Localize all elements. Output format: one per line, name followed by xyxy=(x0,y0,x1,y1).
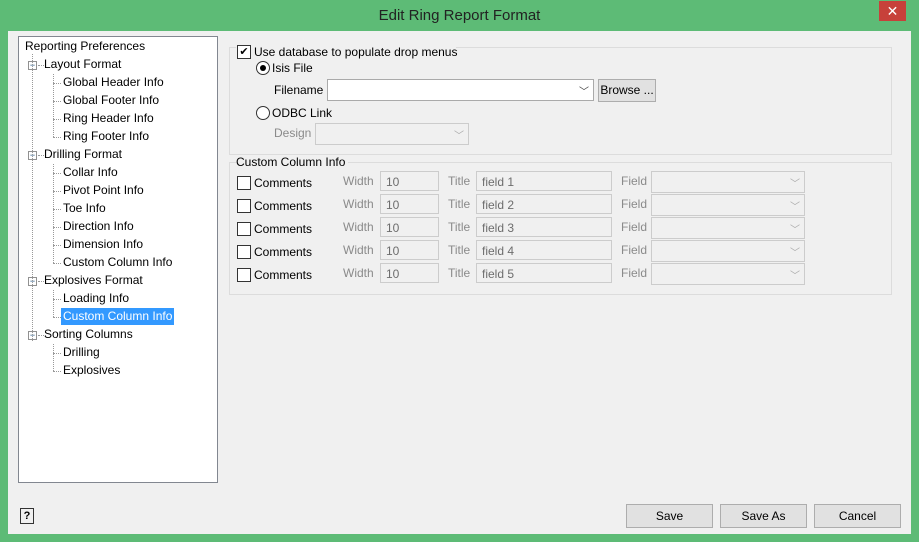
title-input[interactable]: field 5 xyxy=(476,263,612,283)
width-label: Width xyxy=(343,174,374,188)
field-combobox[interactable]: ﹀ xyxy=(651,171,805,193)
comments-checkbox[interactable] xyxy=(237,268,251,282)
comments-label: Comments xyxy=(254,176,313,190)
title-label: Title xyxy=(448,266,471,280)
tree-item[interactable]: Toe Info xyxy=(61,200,108,217)
tree-item[interactable]: Explosives xyxy=(61,362,122,379)
tree-group[interactable]: Layout Format xyxy=(42,56,123,73)
comments-checkbox[interactable] xyxy=(237,245,251,259)
width-input[interactable]: 10 xyxy=(380,240,439,260)
preferences-tree[interactable]: Reporting Preferences − Layout Format Glob… xyxy=(18,36,218,483)
comments-label: Comments xyxy=(254,268,313,282)
chevron-down-icon: ﹀ xyxy=(579,87,589,98)
design-combobox[interactable]: ﹀ xyxy=(315,123,469,145)
tree-group[interactable]: Explosives Format xyxy=(42,272,145,289)
title-input[interactable]: field 1 xyxy=(476,171,612,191)
field-combobox[interactable]: ﹀ xyxy=(651,240,805,262)
comments-label: Comments xyxy=(254,245,313,259)
width-input[interactable]: 10 xyxy=(380,217,439,237)
tree-item[interactable]: Global Header Info xyxy=(61,74,166,91)
window-title: Edit Ring Report Format xyxy=(378,7,541,24)
save-as-button[interactable]: Save As xyxy=(720,504,807,528)
chevron-down-icon: ﹀ xyxy=(790,248,800,259)
comments-checkbox[interactable] xyxy=(237,176,251,190)
use-database-label: Use database to populate drop menus xyxy=(254,45,458,59)
width-input[interactable]: 10 xyxy=(380,194,439,214)
tree-root[interactable]: Reporting Preferences xyxy=(23,38,147,55)
comments-checkbox[interactable] xyxy=(237,199,251,213)
field-label: Field xyxy=(621,220,648,234)
field-combobox[interactable]: ﹀ xyxy=(651,263,805,285)
save-button[interactable]: Save xyxy=(626,504,713,528)
tree-item[interactable]: Direction Info xyxy=(61,218,136,235)
use-database-checkbox[interactable]: ✔ xyxy=(237,45,251,59)
field-label: Field xyxy=(621,243,648,257)
field-label: Field xyxy=(621,197,648,211)
title-input[interactable]: field 3 xyxy=(476,217,612,237)
browse-button[interactable]: Browse ... xyxy=(598,79,656,102)
chevron-down-icon: ﹀ xyxy=(790,225,800,236)
comments-label: Comments xyxy=(254,199,313,213)
isis-file-radio[interactable] xyxy=(256,61,270,75)
odbc-link-radio[interactable] xyxy=(256,106,270,120)
tree-item[interactable]: Global Footer Info xyxy=(61,92,161,109)
tree-item[interactable]: Loading Info xyxy=(61,290,131,307)
tree-item[interactable]: Custom Column Info xyxy=(61,254,174,271)
isis-file-label: Isis File xyxy=(272,61,313,75)
tree-group[interactable]: Sorting Columns xyxy=(42,326,135,343)
odbc-link-label: ODBC Link xyxy=(272,106,333,120)
field-combobox[interactable]: ﹀ xyxy=(651,217,805,239)
tree-item[interactable]: Drilling xyxy=(61,344,102,361)
comments-checkbox[interactable] xyxy=(237,222,251,236)
tree-item[interactable]: Ring Header Info xyxy=(61,110,156,127)
chevron-down-icon: ﹀ xyxy=(790,202,800,213)
title-label: Title xyxy=(448,174,471,188)
filename-combobox[interactable]: ﹀ xyxy=(327,79,594,101)
field-label: Field xyxy=(621,174,648,188)
title-label: Title xyxy=(448,243,471,257)
help-icon[interactable]: ? xyxy=(20,508,34,524)
title-label: Title xyxy=(448,220,471,234)
chevron-down-icon: ﹀ xyxy=(790,271,800,282)
tree-group[interactable]: Drilling Format xyxy=(42,146,124,163)
width-label: Width xyxy=(343,197,374,211)
width-label: Width xyxy=(343,266,374,280)
filename-label: Filename xyxy=(274,83,324,97)
field-label: Field xyxy=(621,266,648,280)
title-input[interactable]: field 2 xyxy=(476,194,612,214)
tree-item[interactable]: Custom Column Info xyxy=(61,308,175,325)
title-input[interactable]: field 4 xyxy=(476,240,612,260)
chevron-down-icon: ﹀ xyxy=(454,131,464,142)
close-button[interactable]: ✕ xyxy=(879,1,906,21)
width-label: Width xyxy=(343,243,374,257)
title-label: Title xyxy=(448,197,471,211)
width-label: Width xyxy=(343,220,374,234)
field-combobox[interactable]: ﹀ xyxy=(651,194,805,216)
custom-column-title: Custom Column Info xyxy=(236,155,349,169)
cancel-button[interactable]: Cancel xyxy=(814,504,901,528)
width-input[interactable]: 10 xyxy=(380,171,439,191)
tree-item[interactable]: Dimension Info xyxy=(61,236,145,253)
comments-label: Comments xyxy=(254,222,313,236)
width-input[interactable]: 10 xyxy=(380,263,439,283)
tree-item[interactable]: Collar Info xyxy=(61,164,120,181)
tree-item[interactable]: Ring Footer Info xyxy=(61,128,151,145)
design-label: Design xyxy=(274,126,312,140)
tree-item[interactable]: Pivot Point Info xyxy=(61,182,146,199)
chevron-down-icon: ﹀ xyxy=(790,179,800,190)
